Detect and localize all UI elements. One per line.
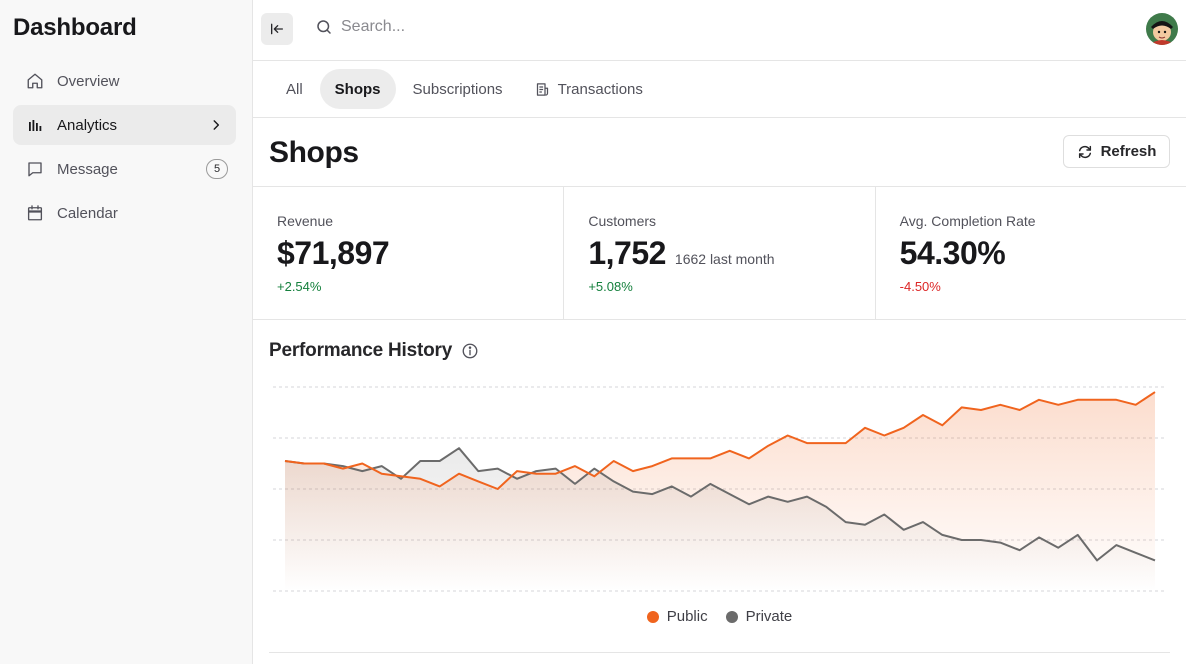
stat-value: $71,897: [277, 235, 390, 271]
sidebar-item-label: Analytics: [57, 116, 118, 134]
refresh-label: Refresh: [1100, 143, 1157, 160]
page-title: Shops: [269, 136, 359, 169]
collapse-left-icon: [269, 21, 285, 37]
refresh-icon: [1077, 144, 1093, 160]
sidebar-nav: Overview Analytics Message 5 Calendar: [13, 61, 236, 237]
stat-value: 54.30%: [899, 235, 1006, 271]
legend-dot-public: [646, 610, 659, 623]
stat-label: Revenue: [277, 213, 334, 229]
sidebar-item-label: Calendar: [57, 204, 118, 222]
tab-bar: All Shops Subscriptions Transactions: [253, 61, 1186, 118]
stat-label: Avg. Completion Rate: [899, 213, 1036, 229]
stat-card-customers: Customers 1,752 1662 last month +5.08%: [564, 187, 876, 319]
stat-label: Customers: [588, 213, 657, 229]
search-bar: [315, 18, 641, 36]
main-content: All Shops Subscriptions Transactions Sho…: [253, 0, 1186, 664]
sidebar-item-overview[interactable]: Overview: [13, 61, 236, 101]
collapse-sidebar-button[interactable]: [261, 13, 293, 45]
stat-change: -4.50%: [899, 279, 941, 294]
performance-history-panel: Performance History Public Private: [253, 320, 1186, 664]
tab-subscriptions[interactable]: Subscriptions: [398, 69, 518, 109]
calendar-icon: [26, 204, 44, 222]
legend-label: Public: [666, 608, 708, 625]
search-input[interactable]: [341, 18, 641, 36]
stat-value: 1,752: [588, 235, 666, 271]
receipt-icon: [535, 82, 550, 97]
stat-card-completion-rate: Avg. Completion Rate 54.30% -4.50%: [876, 187, 1186, 319]
legend-dot-private: [725, 610, 738, 623]
stats-row: Revenue $71,897 +2.54% Customers 1,752 1…: [253, 187, 1186, 320]
sidebar-item-message[interactable]: Message 5: [13, 149, 236, 189]
sidebar-item-label: Overview: [57, 72, 120, 90]
bar-chart-icon: [26, 116, 44, 134]
stat-change: +2.54%: [277, 279, 322, 294]
chevron-right-icon: [209, 118, 223, 132]
tab-shops[interactable]: Shops: [319, 69, 396, 109]
avatar[interactable]: [1146, 13, 1178, 45]
stat-change: +5.08%: [588, 279, 633, 294]
search-icon: [315, 18, 333, 36]
chart-legend: Public Private: [253, 608, 1186, 625]
home-icon: [26, 72, 44, 90]
sidebar-item-label: Message: [57, 160, 118, 178]
performance-chart: [273, 386, 1167, 592]
tab-label: Subscriptions: [412, 80, 503, 98]
sidebar-item-analytics[interactable]: Analytics: [13, 105, 236, 145]
sidebar-item-calendar[interactable]: Calendar: [13, 193, 236, 233]
stat-card-revenue: Revenue $71,897 +2.54%: [253, 187, 565, 319]
tab-transactions[interactable]: Transactions: [520, 69, 658, 109]
app-title: Dashboard: [13, 14, 137, 41]
legend-label: Private: [745, 608, 793, 625]
stat-comparison: 1662 last month: [674, 251, 775, 267]
tab-label: All: [286, 80, 303, 98]
legend-public[interactable]: Public: [646, 608, 708, 625]
area-public: [285, 392, 1155, 591]
tab-label: Shops: [334, 80, 381, 98]
divider: [269, 652, 1170, 653]
page-header: Shops Refresh: [253, 118, 1186, 187]
message-icon: [26, 160, 44, 178]
legend-private[interactable]: Private: [725, 608, 793, 625]
refresh-button[interactable]: Refresh: [1063, 135, 1170, 168]
sidebar: Dashboard Overview Analytics Message 5 C…: [0, 0, 253, 664]
tab-label: Transactions: [557, 80, 643, 98]
tab-all[interactable]: All: [271, 69, 318, 109]
unread-count-badge: 5: [206, 159, 228, 179]
top-bar: [253, 0, 1186, 61]
